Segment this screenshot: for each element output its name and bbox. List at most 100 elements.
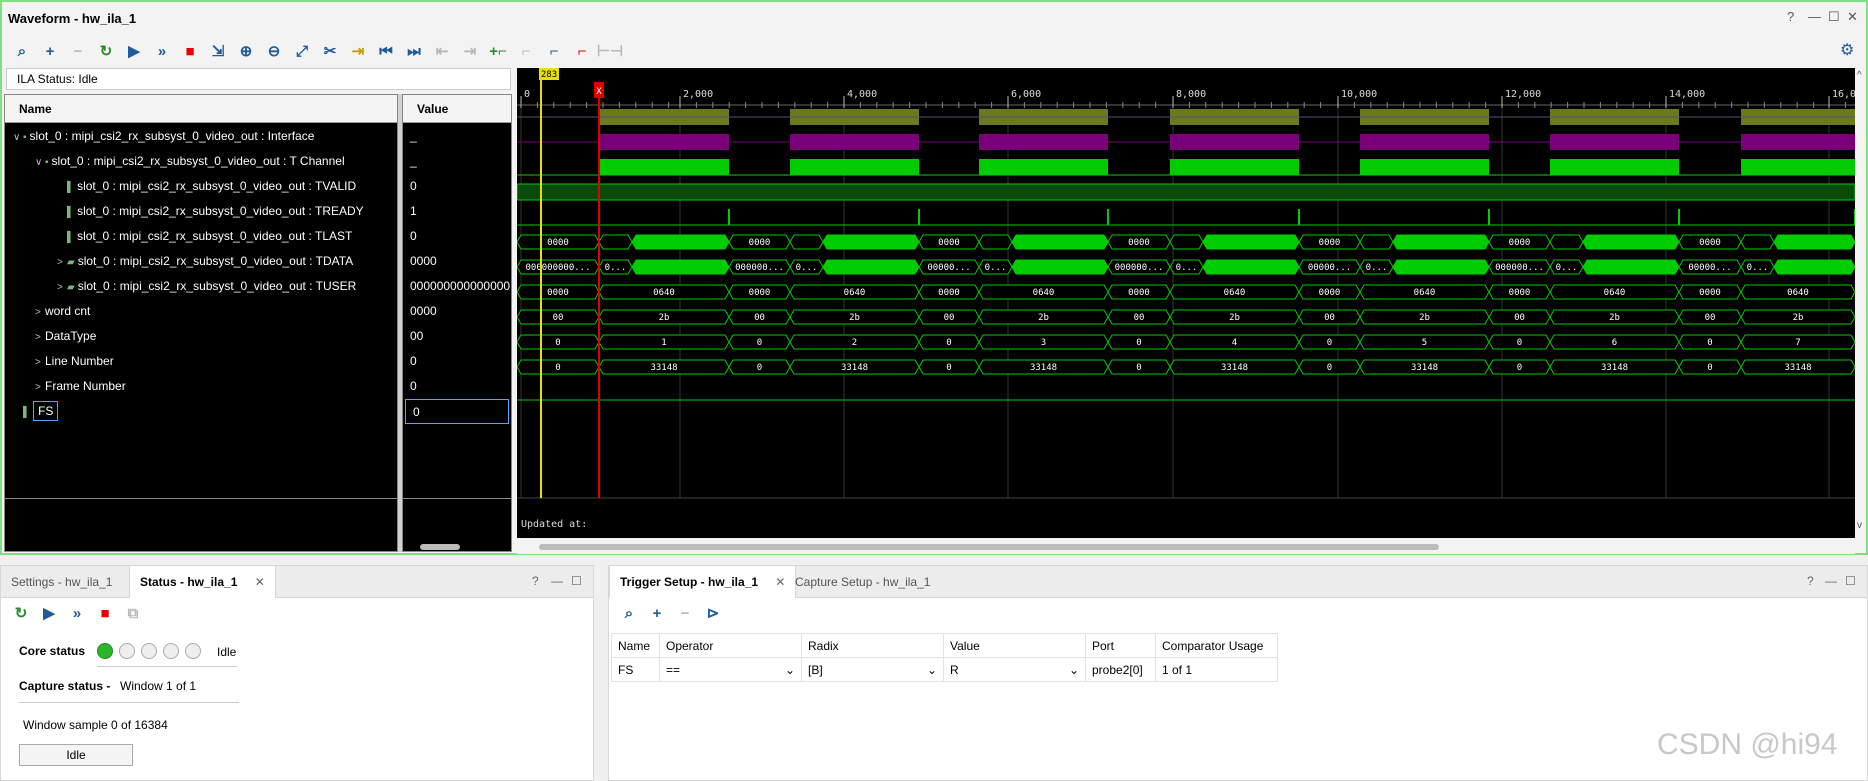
bus-value: 0000 bbox=[1699, 288, 1721, 298]
signal-row[interactable]: ▌ FS bbox=[5, 399, 397, 424]
expand-icon[interactable]: > bbox=[35, 350, 45, 374]
zoom-out-icon[interactable]: ⊖ bbox=[260, 39, 288, 63]
channel-icon: ▪ bbox=[45, 157, 49, 168]
run-immediate-icon[interactable]: » bbox=[148, 39, 176, 63]
bus-value: 0... bbox=[1556, 263, 1578, 273]
signal-row[interactable]: > ▰ slot_0 : mipi_csi2_rx_subsyst_0_video_… bbox=[5, 249, 397, 274]
signal-row[interactable]: > Line Number bbox=[5, 349, 397, 374]
bus-value: 6 bbox=[1612, 338, 1617, 348]
expand-icon[interactable]: > bbox=[57, 250, 67, 274]
signal-row[interactable]: > Frame Number bbox=[5, 374, 397, 399]
prev-transition-icon[interactable]: ⇤ bbox=[428, 39, 456, 63]
add-marker-icon[interactable]: +⌐ bbox=[484, 39, 512, 63]
col-port[interactable]: Port bbox=[1085, 633, 1156, 658]
signal-row[interactable]: > ▰ slot_0 : mipi_csi2_rx_subsyst_0_video_… bbox=[5, 274, 397, 299]
snap-icon[interactable]: ⊢⊣ bbox=[596, 39, 624, 63]
swap-cursor-icon[interactable]: ⌐ bbox=[568, 39, 596, 63]
time-tick-label: 8,000 bbox=[1176, 89, 1206, 100]
signal-row[interactable]: > word cnt bbox=[5, 299, 397, 324]
name-column-header[interactable]: Name bbox=[5, 95, 397, 123]
search-icon[interactable]: ⌕ bbox=[615, 601, 643, 625]
signal-row[interactable]: ▌ slot_0 : mipi_csi2_rx_subsyst_0_video_o… bbox=[5, 174, 397, 199]
zoom-in-icon[interactable]: ⊕ bbox=[232, 39, 260, 63]
minimize-icon[interactable]: — bbox=[551, 574, 563, 588]
run-immediate-icon[interactable]: » bbox=[63, 601, 91, 625]
col-comparator-usage[interactable]: Comparator Usage bbox=[1155, 633, 1278, 658]
value-column-header[interactable]: Value bbox=[403, 95, 511, 123]
tvalid-high bbox=[979, 159, 1108, 175]
radix-select[interactable]: [B] ⌄ bbox=[801, 657, 944, 682]
value-scrollbar[interactable] bbox=[406, 540, 512, 554]
gear-icon[interactable]: ⚙ bbox=[1840, 40, 1854, 60]
signal-row[interactable]: ▌ slot_0 : mipi_csi2_rx_subsyst_0_video_o… bbox=[5, 224, 397, 249]
maximize-icon[interactable]: ☐ bbox=[1828, 9, 1840, 25]
bus-segment bbox=[1773, 234, 1855, 250]
signal-row[interactable]: ∨ ▪ slot_0 : mipi_csi2_rx_subsyst_0_video_… bbox=[5, 124, 397, 149]
trigger-setup-icon[interactable]: ⧉ bbox=[119, 601, 147, 625]
bus-segment bbox=[822, 259, 920, 275]
stop-icon[interactable]: ■ bbox=[176, 39, 204, 63]
prev-marker-icon[interactable]: ⌐ bbox=[512, 39, 540, 63]
help-icon[interactable]: ? bbox=[1787, 9, 1794, 24]
expand-icon[interactable]: > bbox=[35, 325, 45, 349]
signal-icon: ▌ bbox=[67, 207, 75, 218]
collapse-icon[interactable]: ∨ bbox=[35, 150, 45, 174]
export-icon[interactable]: ⇲ bbox=[204, 39, 232, 63]
expand-icon[interactable]: > bbox=[35, 375, 45, 399]
bus-segment bbox=[1549, 234, 1584, 250]
signal-row[interactable]: ∨ ▪ slot_0 : mipi_csi2_rx_subsyst_0_video_… bbox=[5, 149, 397, 174]
next-transition-icon[interactable]: ⇥ bbox=[456, 39, 484, 63]
maximize-icon[interactable]: ☐ bbox=[1845, 574, 1856, 588]
help-icon[interactable]: ? bbox=[532, 574, 539, 588]
refresh-icon[interactable]: ↻ bbox=[7, 601, 35, 625]
trigger-condition-icon[interactable]: ⊳ bbox=[699, 601, 727, 625]
close-tab-icon[interactable]: ✕ bbox=[775, 575, 785, 589]
expand-icon[interactable]: > bbox=[35, 300, 45, 324]
value-select[interactable]: R ⌄ bbox=[943, 657, 1086, 682]
signal-row[interactable]: ▌ slot_0 : mipi_csi2_rx_subsyst_0_video_o… bbox=[5, 199, 397, 224]
bus-value: 33148 bbox=[1601, 363, 1628, 373]
remove-icon[interactable]: − bbox=[64, 39, 92, 63]
help-icon[interactable]: ? bbox=[1807, 574, 1814, 588]
maximize-icon[interactable]: ☐ bbox=[571, 574, 582, 588]
remove-probe-icon[interactable]: − bbox=[671, 601, 699, 625]
goto-end-icon[interactable]: ⏭ bbox=[400, 39, 428, 63]
bus-value: 0000 bbox=[1319, 288, 1341, 298]
zoom-fit-icon[interactable]: ⤢ bbox=[288, 39, 316, 63]
minimize-icon[interactable]: — bbox=[1825, 574, 1837, 588]
stop-icon[interactable]: ■ bbox=[91, 601, 119, 625]
search-icon[interactable]: ⌕ bbox=[8, 39, 36, 63]
signal-value: 00 bbox=[410, 329, 424, 343]
col-name[interactable]: Name bbox=[611, 633, 660, 658]
next-marker-icon[interactable]: ⌐ bbox=[540, 39, 568, 63]
goto-cursor-icon[interactable]: ⇥ bbox=[344, 39, 372, 63]
operator-select[interactable]: == ⌄ bbox=[659, 657, 802, 682]
refresh-icon[interactable]: ↻ bbox=[92, 39, 120, 63]
run-trigger-icon[interactable]: ▶ bbox=[120, 39, 148, 63]
signal-row[interactable]: > DataType bbox=[5, 324, 397, 349]
horizontal-scrollbar[interactable] bbox=[517, 540, 1855, 554]
expand-icon[interactable]: > bbox=[57, 275, 67, 299]
minimize-icon[interactable]: — bbox=[1808, 9, 1821, 24]
vertical-scrollbar[interactable]: ^ v bbox=[1855, 68, 1866, 538]
collapse-icon[interactable]: ∨ bbox=[13, 125, 23, 149]
idle-button[interactable]: Idle bbox=[19, 744, 133, 766]
tab-settings[interactable]: Settings - hw_ila_1 bbox=[1, 566, 122, 598]
col-radix[interactable]: Radix bbox=[801, 633, 944, 658]
chevron-down-icon: ⌄ bbox=[926, 662, 937, 677]
close-tab-icon[interactable]: ✕ bbox=[255, 575, 265, 589]
bus-segment bbox=[1169, 234, 1204, 250]
run-trigger-icon[interactable]: ▶ bbox=[35, 601, 63, 625]
cursor-icon[interactable]: ✂ bbox=[316, 39, 344, 63]
tab-capture-setup[interactable]: Capture Setup - hw_ila_1 bbox=[785, 566, 940, 598]
add-icon[interactable]: + bbox=[36, 39, 64, 63]
goto-start-icon[interactable]: ⏮ bbox=[372, 39, 400, 63]
tab-trigger-setup[interactable]: Trigger Setup - hw_ila_1 ✕ bbox=[609, 566, 797, 598]
trigger-cursor-label: X bbox=[596, 87, 602, 97]
col-value[interactable]: Value bbox=[943, 633, 1086, 658]
waveform-canvas[interactable]: 0 2,000 4,000 6,000 8,000 10,000 12,000 14,000 1… bbox=[517, 68, 1855, 538]
close-icon[interactable]: ✕ bbox=[1847, 9, 1858, 25]
col-operator[interactable]: Operator bbox=[659, 633, 802, 658]
add-probe-icon[interactable]: + bbox=[643, 601, 671, 625]
tab-status[interactable]: Status - hw_ila_1 ✕ bbox=[129, 566, 276, 598]
